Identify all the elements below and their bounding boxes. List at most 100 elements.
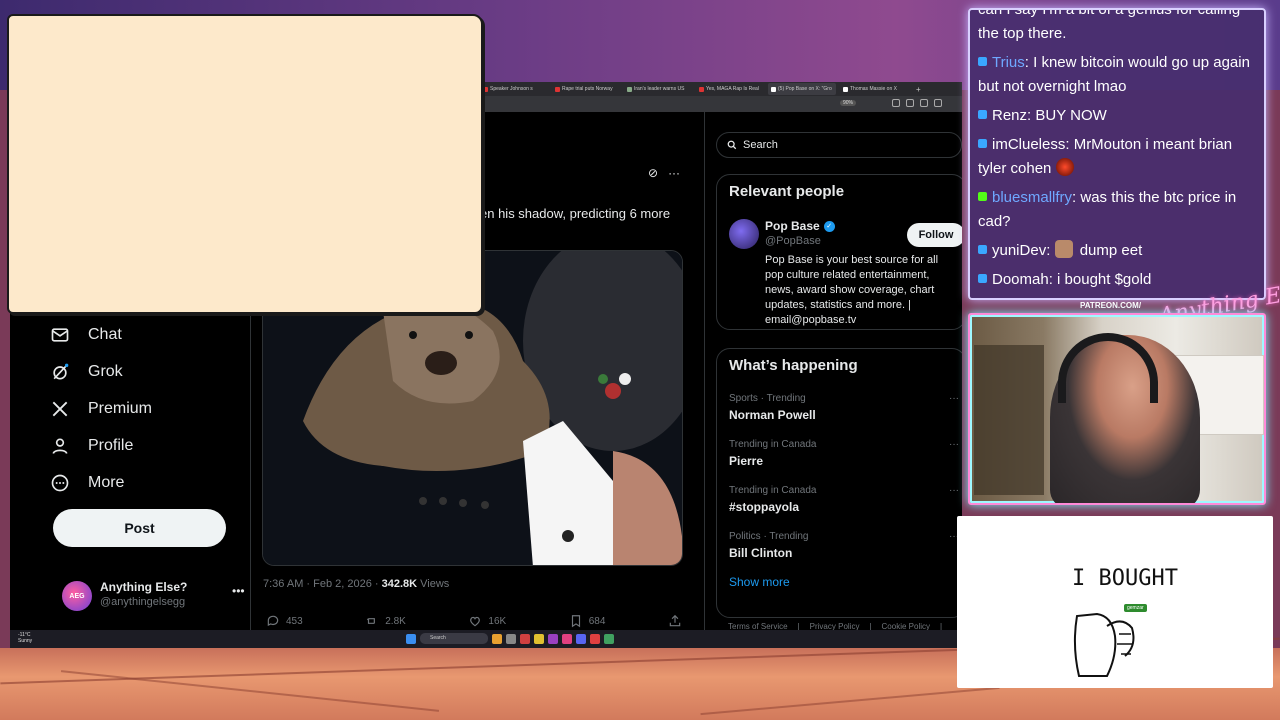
trend-item[interactable]: Politics · Trending Bill Clinton ··· bbox=[729, 531, 959, 560]
folder-icon[interactable] bbox=[534, 633, 544, 644]
extension-icon[interactable] bbox=[934, 99, 942, 107]
browser-tab[interactable]: Thomas Massie on X bbox=[840, 83, 908, 95]
favicon-icon bbox=[627, 86, 632, 92]
account-name: Anything Else? bbox=[100, 580, 188, 594]
stream-overlay-card bbox=[7, 14, 483, 314]
chat-message: Trius: I knew bitcoin would go up again … bbox=[978, 54, 1250, 95]
emote-icon bbox=[1055, 158, 1074, 176]
nav-label: Grok bbox=[88, 362, 123, 380]
more-circle-icon bbox=[51, 474, 69, 491]
repost-icon bbox=[367, 618, 376, 624]
windows-taskbar: -11°C Sunny Search bbox=[10, 630, 962, 648]
patreon-link: PATREON.COM/ bbox=[1080, 301, 1142, 310]
profile-name[interactable]: Pop Base ✓ bbox=[765, 219, 835, 233]
heart-icon bbox=[470, 616, 481, 627]
more-dots-icon[interactable]: ••• bbox=[232, 584, 245, 598]
x-favicon-icon bbox=[843, 86, 848, 92]
grok-icon[interactable]: ⊘ bbox=[648, 166, 658, 180]
nav-item-grok[interactable]: Grok bbox=[50, 353, 250, 390]
avatar[interactable] bbox=[729, 219, 759, 249]
discord-icon[interactable] bbox=[576, 633, 586, 644]
panel-title: Relevant people bbox=[729, 183, 845, 200]
nav-item-premium[interactable]: Premium bbox=[50, 390, 250, 427]
new-tab-icon[interactable]: + bbox=[916, 85, 921, 94]
app-icon[interactable] bbox=[520, 633, 530, 644]
bookmark-button[interactable]: 684 bbox=[569, 614, 605, 628]
share-button[interactable] bbox=[668, 614, 682, 628]
chat-username: imClueless bbox=[992, 136, 1066, 153]
app-icon[interactable] bbox=[492, 633, 502, 644]
profile-handle: @PopBase bbox=[765, 235, 821, 247]
nav-label: Profile bbox=[88, 436, 134, 454]
post-button[interactable]: Post bbox=[53, 509, 226, 547]
person-icon bbox=[52, 438, 68, 454]
browser-tab[interactable]: Iran's leader warns US bbox=[624, 83, 692, 95]
stream-chat: can I say I'm a bit of a genius for call… bbox=[968, 8, 1266, 300]
trend-item[interactable]: Trending in Canada Pierre ··· bbox=[729, 439, 959, 468]
favicon-icon bbox=[555, 86, 560, 92]
extension-icon[interactable] bbox=[906, 99, 914, 107]
chat-messages: can I say I'm a bit of a genius for call… bbox=[978, 8, 1260, 292]
prime-badge-icon bbox=[978, 245, 987, 254]
nav-item-more[interactable]: More bbox=[50, 464, 250, 501]
nav-label: Premium bbox=[88, 399, 153, 417]
extension-icon[interactable] bbox=[920, 99, 928, 107]
more-dots-icon[interactable]: ··· bbox=[949, 485, 959, 496]
post-text: en his shadow, predicting 6 more bbox=[480, 206, 671, 221]
browser-tab[interactable]: Rape trial puts Norway bbox=[552, 83, 620, 95]
chat-message: Renz: BUY NOW bbox=[978, 104, 1260, 128]
chat-username: Renz bbox=[992, 107, 1028, 124]
more-dots-icon[interactable]: ··· bbox=[949, 439, 959, 450]
zoom-level[interactable]: 90% bbox=[839, 100, 856, 106]
app-icon[interactable] bbox=[506, 633, 516, 644]
more-dots-icon[interactable]: ··· bbox=[668, 166, 680, 180]
nav-item-chat[interactable]: Chat bbox=[50, 316, 250, 353]
search-input[interactable]: Search bbox=[716, 132, 962, 158]
weather-widget[interactable]: -11°C Sunny bbox=[18, 632, 32, 644]
favicon-icon bbox=[699, 86, 704, 92]
app-icon[interactable] bbox=[562, 633, 572, 644]
app-icon[interactable] bbox=[548, 633, 558, 644]
chat-message: Doomah: i bought $gold bbox=[978, 268, 1260, 292]
browser-tab-active[interactable]: (5) Pop Base on X: "Gro bbox=[768, 83, 836, 95]
trend-item[interactable]: Sports · Trending Norman Powell ··· bbox=[729, 393, 959, 422]
extension-icon[interactable] bbox=[892, 99, 900, 107]
account-switcher[interactable]: AEG Anything Else? @anythingelsegg ••• bbox=[62, 578, 245, 618]
follow-button[interactable]: Follow bbox=[907, 223, 962, 247]
nav-item-profile[interactable]: Profile bbox=[50, 427, 250, 464]
post-header-actions: ⊘ ··· bbox=[648, 166, 680, 180]
show-more-link[interactable]: Show more bbox=[729, 575, 790, 589]
chat-message: can I say I'm a bit of a genius for call… bbox=[978, 8, 1241, 42]
taskbar-icons: Search bbox=[406, 633, 614, 644]
chrome-icon[interactable] bbox=[604, 633, 614, 644]
app-icon[interactable] bbox=[590, 633, 600, 644]
chat-message: imClueless: MrMouton i meant brian tyler… bbox=[978, 136, 1233, 177]
x-logo-icon bbox=[52, 401, 68, 416]
post-actions: 453 2.8K 16K 684 bbox=[266, 614, 682, 628]
trend-item[interactable]: Trending in Canada #stoppayola ··· bbox=[729, 485, 959, 514]
profile-bio: Pop Base is your best source for all pop… bbox=[765, 254, 939, 326]
browser-toolbar-icons bbox=[892, 99, 942, 107]
relevant-people-panel: Relevant people Pop Base ✓ @PopBase Foll… bbox=[716, 174, 962, 330]
chat-message: bluesmallfry: was this the btc price in … bbox=[978, 189, 1237, 230]
reply-icon bbox=[267, 615, 279, 627]
prime-badge-icon bbox=[978, 57, 987, 66]
like-button[interactable]: 16K bbox=[468, 614, 506, 628]
x-favicon-icon bbox=[771, 86, 776, 92]
drawing-text: I BOUGHT bbox=[1072, 566, 1178, 591]
chat-username: bluesmallfry bbox=[992, 189, 1073, 206]
more-dots-icon[interactable]: ··· bbox=[949, 393, 959, 404]
browser-tab[interactable]: Speaker Johnson s bbox=[480, 83, 548, 95]
nav-label: More bbox=[88, 473, 125, 491]
chat-username: Trius bbox=[992, 54, 1025, 71]
drawing-user-tag: gemzar bbox=[1124, 604, 1147, 612]
repost-button[interactable]: 2.8K bbox=[365, 614, 406, 628]
webcam-background-shelf bbox=[974, 345, 1044, 495]
windows-start-icon[interactable] bbox=[406, 633, 416, 644]
browser-tab[interactable]: Yes, MAGA Rap Is Real bbox=[696, 83, 764, 95]
grok-icon bbox=[53, 363, 69, 379]
bookmark-icon bbox=[571, 615, 580, 628]
taskbar-search[interactable]: Search bbox=[420, 633, 488, 644]
avatar: AEG bbox=[62, 581, 92, 611]
reply-button[interactable]: 453 bbox=[266, 614, 303, 628]
